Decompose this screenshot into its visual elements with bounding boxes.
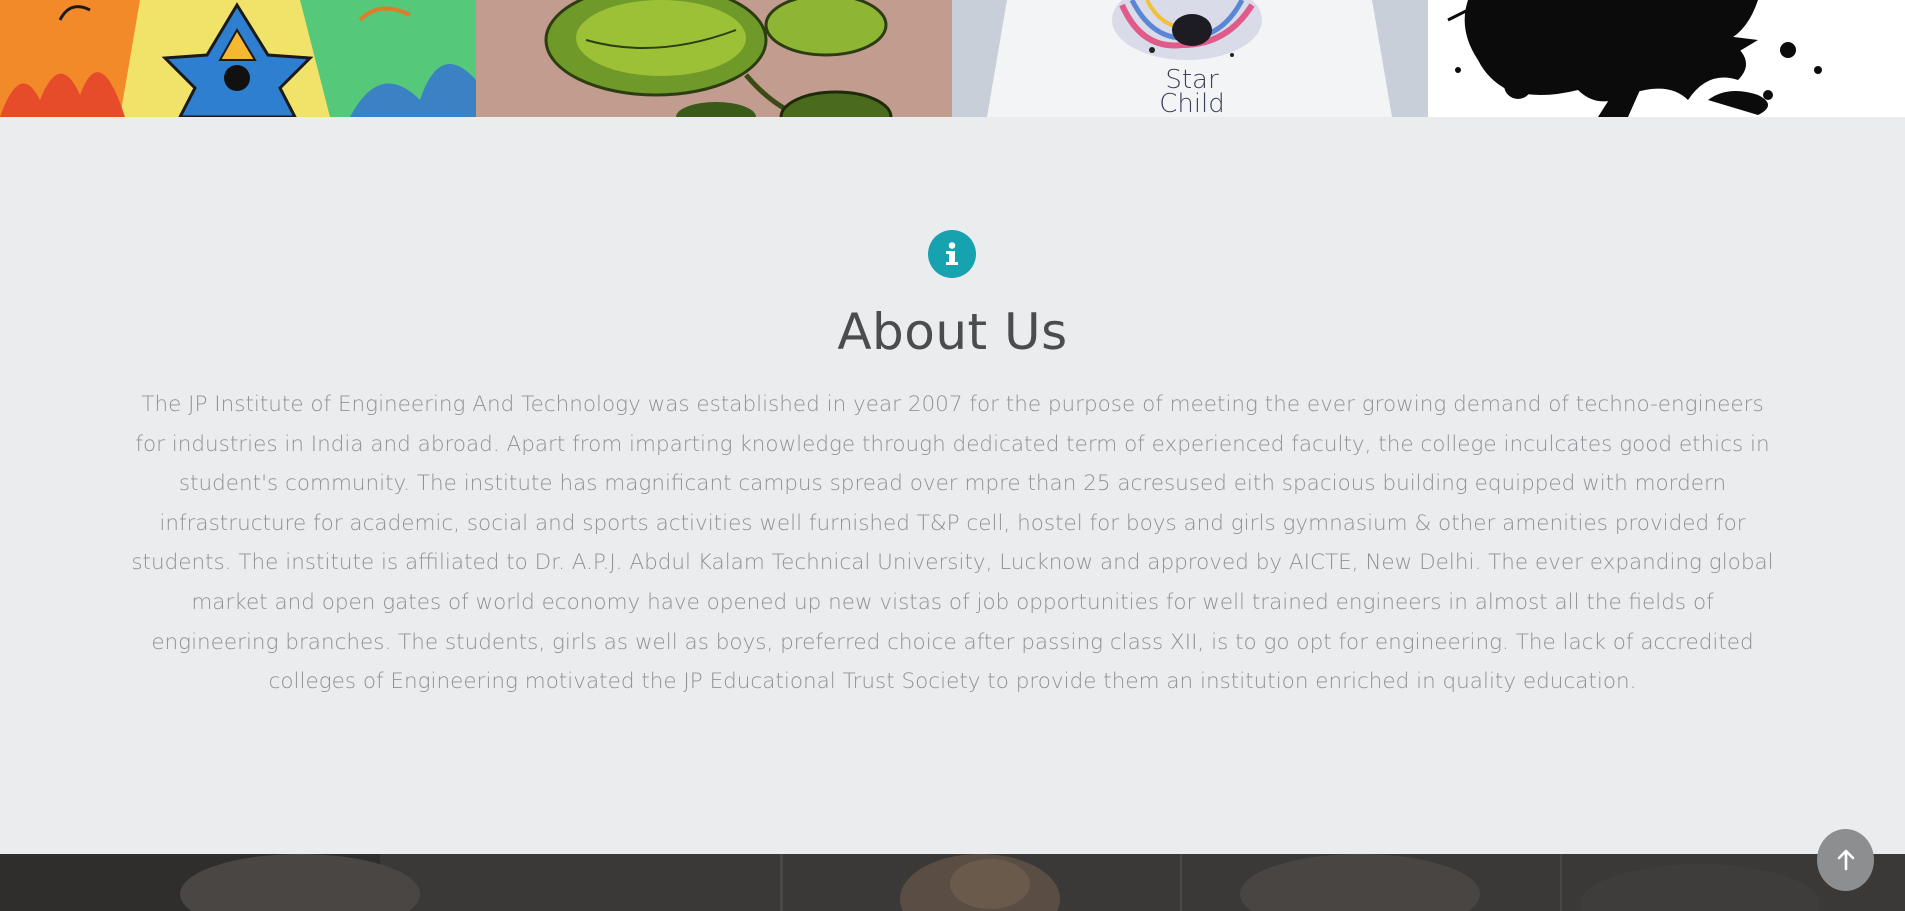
footer-photo-banner: [0, 854, 1905, 911]
tshirt-caption: Star Child: [1159, 65, 1225, 117]
people-photo-image: [0, 854, 1905, 911]
info-glyph-icon: [946, 242, 958, 265]
gallery-tile-ink[interactable]: [1428, 0, 1905, 117]
info-icon: [928, 230, 976, 278]
gallery-tile-tshirt[interactable]: Star Child: [952, 0, 1428, 117]
photo-gallery: Star Child: [0, 0, 1905, 117]
artwork-star-image: [0, 0, 476, 117]
about-title: About Us: [837, 303, 1068, 361]
arrow-up-icon: [1837, 849, 1854, 871]
back-to-top-button[interactable]: [1817, 829, 1874, 891]
about-description: The JP Institute of Engineering And Tech…: [131, 392, 1774, 695]
about-section: About Us The JP Institute of Engineering…: [0, 117, 1905, 854]
ink-splash-image: [1428, 0, 1905, 117]
gallery-tile-artwork[interactable]: [0, 0, 476, 117]
gallery-tile-leaf[interactable]: [476, 0, 952, 117]
leaf-painting-image: [476, 0, 952, 117]
